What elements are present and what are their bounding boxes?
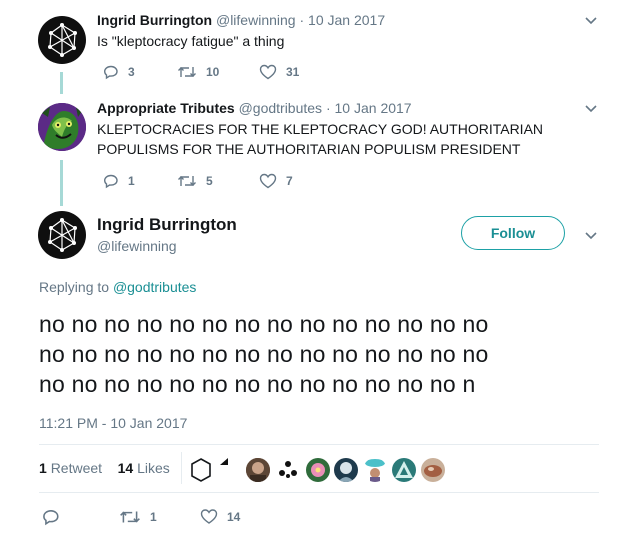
tweet-header: Appropriate Tributes @godtributes · 10 J…: [97, 100, 412, 116]
replying-to-label: Replying to: [39, 279, 110, 295]
liker-avatar[interactable]: [276, 458, 300, 482]
like-button[interactable]: 31: [259, 64, 299, 80]
divider: [39, 444, 599, 445]
liker-avatar[interactable]: [363, 458, 387, 482]
tweet-text-line: no no no no no no no no no no no no no n: [39, 371, 476, 397]
reply-button[interactable]: 3: [103, 64, 135, 80]
tweet-text-line: POPULISMS FOR THE AUTHORITARIAN POPULISM…: [97, 141, 521, 157]
like-button[interactable]: 7: [259, 173, 293, 189]
liker-avatar[interactable]: [421, 458, 445, 482]
retweet-button[interactable]: 1: [119, 508, 157, 526]
tweet-text-line: no no no no no no no no no no no no no n…: [39, 341, 489, 367]
tweet-text-line: KLEPTOCRACIES FOR THE KLEPTOCRACY GOD! A…: [97, 121, 544, 137]
tweet-date[interactable]: 10 Jan 2017: [308, 12, 385, 28]
retweet-button[interactable]: 10: [177, 64, 219, 80]
author-name[interactable]: Ingrid Burrington: [97, 215, 237, 235]
tweet-text-line: no no no no no no no no no no no no no n…: [39, 311, 489, 337]
heart-icon: [259, 173, 277, 189]
retweet-icon: [178, 67, 196, 77]
author-handle[interactable]: @lifewinning: [216, 12, 296, 28]
replying-to-handle[interactable]: @godtributes: [113, 279, 196, 295]
tweet-header: Ingrid Burrington @lifewinning · 10 Jan …: [97, 12, 386, 28]
divider: [39, 492, 599, 493]
retweet-count: 10: [206, 65, 220, 79]
follow-button[interactable]: Follow: [461, 216, 565, 250]
tweet-text: no no no no no no no no no no no no no n…: [39, 309, 609, 399]
tweet-text: KLEPTOCRACIES FOR THE KLEPTOCRACY GOD! A…: [97, 119, 543, 159]
replying-to: Replying to @godtributes: [39, 279, 196, 295]
like-count: 31: [286, 65, 300, 79]
tweet-timestamp[interactable]: 11:21 PM - 10 Jan 2017: [39, 415, 187, 431]
reply-icon: [103, 65, 118, 80]
tweet-date[interactable]: 10 Jan 2017: [335, 100, 412, 116]
like-count: 7: [286, 174, 293, 188]
triangle-avatar[interactable]: [218, 455, 232, 469]
liker-avatar[interactable]: [392, 458, 416, 482]
like-button[interactable]: 14: [200, 508, 240, 525]
thread-line-2: [60, 160, 63, 206]
retweet-stat[interactable]: 1 Retweet: [39, 460, 102, 476]
retweet-icon: [178, 176, 196, 186]
liker-avatar[interactable]: [306, 458, 330, 482]
avatar[interactable]: [38, 103, 86, 151]
reply-button[interactable]: 1: [103, 173, 135, 189]
author-name[interactable]: Ingrid Burrington: [97, 12, 212, 28]
reply-icon: [103, 174, 118, 189]
retweet-icon: [120, 511, 140, 523]
tweet-stats: 1 Retweet 14 Likes: [39, 460, 170, 476]
avatar[interactable]: [38, 16, 86, 64]
reply-count: 1: [128, 174, 135, 188]
heart-icon: [259, 64, 277, 80]
author-handle[interactable]: @godtributes: [239, 100, 322, 116]
retweet-count: 5: [206, 174, 213, 188]
author-name[interactable]: Appropriate Tributes: [97, 100, 235, 116]
retweet-count: 1: [150, 510, 157, 524]
stats-separator: [181, 452, 182, 484]
hexagon-avatar[interactable]: [189, 457, 213, 483]
like-count: 14: [227, 509, 241, 524]
retweet-button[interactable]: 5: [177, 173, 213, 189]
tweet-text: Is "kleptocracy fatigue" a thing: [97, 33, 285, 49]
chevron-down-icon[interactable]: [584, 231, 598, 241]
liker-avatar[interactable]: [246, 458, 270, 482]
thread-line-1: [60, 72, 63, 94]
author-handle[interactable]: @lifewinning: [97, 238, 177, 254]
reply-count: 3: [128, 65, 135, 79]
heart-icon: [200, 509, 218, 524]
chevron-down-icon[interactable]: [584, 16, 598, 26]
reply-icon: [43, 510, 59, 526]
reply-button[interactable]: [42, 508, 60, 526]
liker-avatar[interactable]: [334, 458, 358, 482]
chevron-down-icon[interactable]: [584, 104, 598, 114]
avatar[interactable]: [38, 211, 86, 259]
like-stat[interactable]: 14 Likes: [118, 460, 170, 476]
